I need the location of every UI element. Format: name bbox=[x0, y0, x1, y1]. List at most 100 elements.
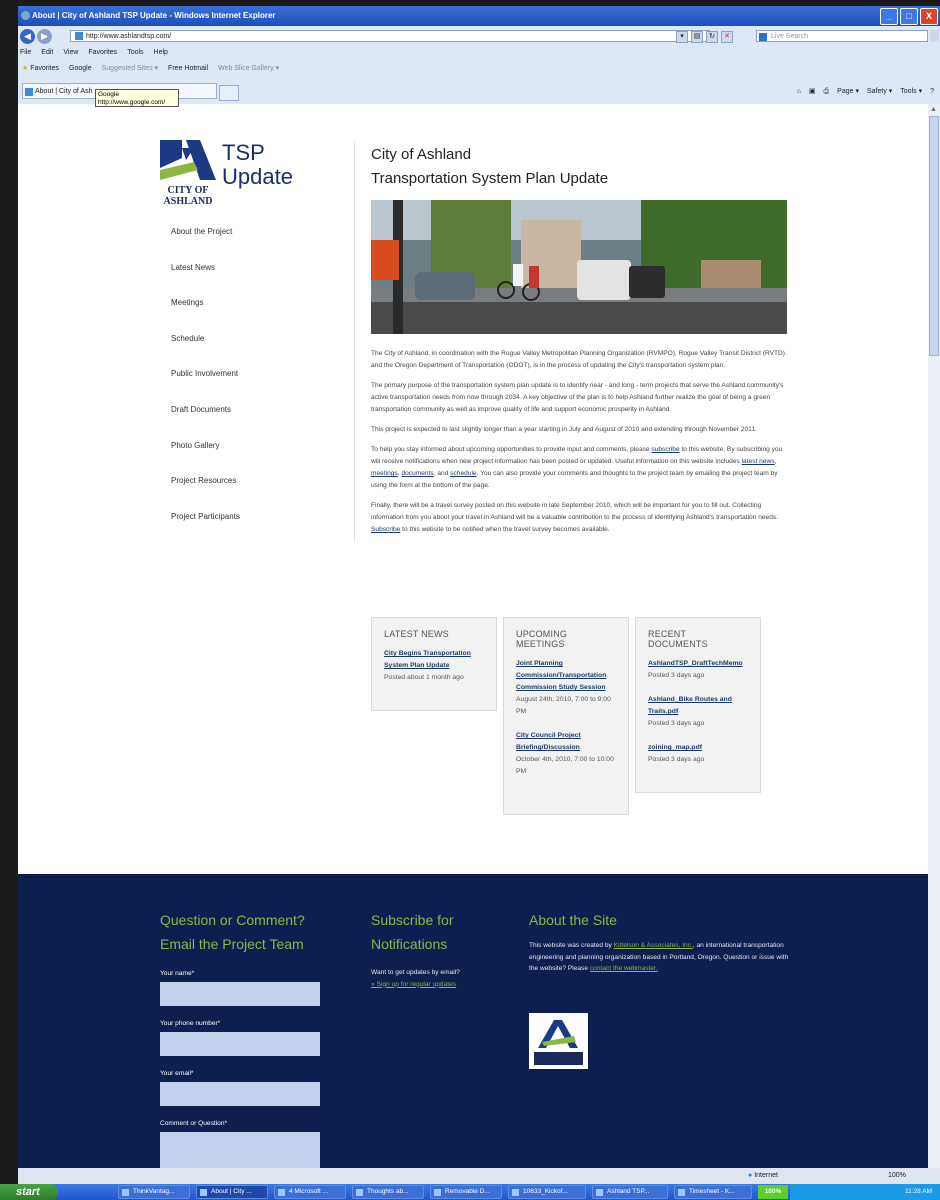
address-url: http://www.ashlandtsp.com/ bbox=[86, 33, 172, 40]
latest-news-heading: LATEST NEWS bbox=[384, 629, 449, 639]
nav-latest-news[interactable]: Latest News bbox=[171, 263, 240, 299]
feeds-icon[interactable]: ▣ bbox=[809, 86, 816, 98]
nav-schedule[interactable]: Schedule bbox=[171, 334, 240, 370]
page-scrollbar[interactable]: ▲ bbox=[928, 104, 940, 1168]
hero-photo bbox=[371, 200, 787, 334]
subscribe-link-2[interactable]: Subscribe bbox=[371, 526, 400, 533]
zoom-level[interactable]: 100% bbox=[888, 1168, 906, 1184]
news-item-meta: Posted about 1 month ago bbox=[384, 674, 464, 681]
live-search-input[interactable]: Live Search bbox=[756, 30, 928, 42]
fav-free-hotmail[interactable]: Free Hotmail bbox=[168, 61, 208, 77]
window-titlebar: About | City of Ashland TSP Update - Win… bbox=[18, 6, 940, 26]
start-button[interactable]: start bbox=[0, 1184, 58, 1200]
stop-icon[interactable]: ✕ bbox=[721, 31, 733, 43]
document-link[interactable]: AshlandTSP_DraftTechMemo bbox=[648, 658, 748, 670]
name-field[interactable] bbox=[160, 982, 320, 1006]
about-text: This website was created by Kittelson & … bbox=[529, 942, 789, 972]
meeting-link[interactable]: City Council Project Briefing/Discussion bbox=[516, 730, 616, 754]
clock: 11:28 AM bbox=[905, 1188, 932, 1195]
scroll-up-icon[interactable]: ▲ bbox=[930, 106, 937, 113]
favorites-button[interactable]: ★ Favorites bbox=[22, 61, 59, 77]
email-label: Your email* bbox=[160, 1070, 194, 1077]
ie-icon bbox=[21, 11, 30, 20]
document-link[interactable]: Ashland_Bike Routes and Trails.pdf bbox=[648, 694, 748, 718]
menu-favorites[interactable]: Favorites bbox=[88, 47, 117, 59]
taskbar-item[interactable]: 4 Microsoft ... bbox=[274, 1185, 346, 1199]
fav-google[interactable]: Google bbox=[69, 61, 92, 77]
page-menu[interactable]: Page ▾ bbox=[837, 86, 859, 98]
dropdown-arrow-icon[interactable]: ▾ bbox=[676, 31, 688, 43]
schedule-link[interactable]: schedule bbox=[450, 470, 476, 477]
help-icon[interactable]: ? bbox=[930, 86, 934, 98]
minimize-button[interactable]: _ bbox=[880, 8, 898, 25]
scrollbar-thumb[interactable] bbox=[929, 116, 939, 356]
meeting-meta: August 24th, 2010, 7:00 to 9:00 PM bbox=[516, 696, 611, 715]
name-label: Your name* bbox=[160, 970, 195, 977]
subscribe-heading: Subscribe for Notifications bbox=[371, 912, 454, 952]
menu-bar: File Edit View Favorites Tools Help bbox=[20, 47, 168, 59]
menu-tools[interactable]: Tools bbox=[127, 47, 143, 59]
compat-view-icon[interactable]: ▤ bbox=[691, 31, 703, 43]
close-button[interactable]: X bbox=[920, 8, 938, 25]
nav-about-the-project[interactable]: About the Project bbox=[171, 227, 240, 263]
nav-project-resources[interactable]: Project Resources bbox=[171, 476, 240, 512]
kittelson-link[interactable]: Kittelson & Associates, Inc. bbox=[614, 942, 693, 949]
paragraph: The City of Ashland, in coordination wit… bbox=[371, 350, 786, 369]
menu-file[interactable]: File bbox=[20, 47, 31, 59]
document-link[interactable]: zoining_map.pdf bbox=[648, 742, 748, 754]
taskbar-item[interactable]: 10633_Kickof... bbox=[508, 1185, 586, 1199]
home-icon[interactable]: ⌂ bbox=[797, 86, 801, 98]
menu-edit[interactable]: Edit bbox=[41, 47, 53, 59]
page-favicon-icon bbox=[75, 32, 83, 41]
taskbar-item[interactable]: ThinkVantag... bbox=[118, 1185, 190, 1199]
back-button[interactable]: ◀ bbox=[20, 29, 35, 44]
comment-label: Comment or Question* bbox=[160, 1120, 228, 1127]
fav-web-slice-gallery[interactable]: Web Slice Gallery ▾ bbox=[218, 61, 279, 77]
page-title: City of Ashland Transportation System Pl… bbox=[371, 146, 609, 187]
footer-ashland-logo-icon bbox=[529, 1013, 588, 1069]
taskbar-item[interactable]: Timesheet - K... bbox=[674, 1185, 752, 1199]
refresh-icon[interactable]: ↻ bbox=[706, 31, 718, 43]
bing-icon bbox=[759, 33, 767, 41]
document-meta: Posted 3 days ago bbox=[648, 756, 705, 763]
menu-view[interactable]: View bbox=[63, 47, 78, 59]
signup-link[interactable]: » Sign up for regular updates bbox=[371, 981, 456, 988]
command-bar: ⌂ ▣ ⎙ Page ▾ Safety ▾ Tools ▾ ? bbox=[797, 86, 934, 98]
address-bar[interactable]: http://www.ashlandtsp.com/ bbox=[70, 30, 710, 42]
news-item-link[interactable]: City Begins Transportation System Plan U… bbox=[384, 648, 484, 672]
link-tooltip: Google http://www.google.com/ bbox=[95, 89, 179, 107]
taskbar-item[interactable]: Ashland TSP... bbox=[592, 1185, 668, 1199]
comment-textarea[interactable] bbox=[160, 1132, 320, 1168]
taskbar-item-active[interactable]: About | City ... bbox=[196, 1185, 268, 1199]
nav-project-participants[interactable]: Project Participants bbox=[171, 512, 240, 548]
taskbar-item[interactable]: Thoughts ab... bbox=[352, 1185, 424, 1199]
latest-news-link[interactable]: latest news bbox=[742, 458, 775, 465]
subscribe-link[interactable]: subscribe bbox=[651, 446, 679, 453]
paragraph: Finally, there will be a travel survey p… bbox=[371, 501, 779, 533]
taskbar-zoom-badge[interactable]: 100% bbox=[758, 1185, 788, 1199]
nav-meetings[interactable]: Meetings bbox=[171, 298, 240, 334]
taskbar-item[interactable]: Removable D... bbox=[430, 1185, 502, 1199]
divider bbox=[354, 142, 355, 542]
phone-field[interactable] bbox=[160, 1032, 320, 1056]
forward-button[interactable]: ▶ bbox=[37, 29, 52, 44]
web-page: CITY OF ASHLAND TSP Update About the Proj… bbox=[18, 104, 928, 1168]
webmaster-link[interactable]: contact the webmaster. bbox=[590, 965, 658, 972]
tools-menu[interactable]: Tools ▾ bbox=[900, 86, 922, 98]
print-icon[interactable]: ⎙ bbox=[824, 86, 830, 98]
nav-photo-gallery[interactable]: Photo Gallery bbox=[171, 441, 240, 477]
menu-help[interactable]: Help bbox=[154, 47, 168, 59]
maximize-button[interactable]: □ bbox=[900, 8, 918, 25]
documents-link[interactable]: documents bbox=[401, 470, 433, 477]
nav-public-involvement[interactable]: Public Involvement bbox=[171, 369, 240, 405]
about-heading: About the Site bbox=[529, 912, 617, 928]
sidebar-nav: About the Project Latest News Meetings S… bbox=[171, 227, 240, 547]
search-go-button[interactable] bbox=[930, 30, 939, 42]
meetings-link[interactable]: meetings bbox=[371, 470, 398, 477]
email-field[interactable] bbox=[160, 1082, 320, 1106]
meeting-link[interactable]: Joint Planning Commission/Transportation… bbox=[516, 658, 616, 694]
nav-draft-documents[interactable]: Draft Documents bbox=[171, 405, 240, 441]
new-tab-button[interactable] bbox=[219, 85, 239, 101]
fav-suggested-sites[interactable]: Suggested Sites ▾ bbox=[102, 61, 158, 77]
safety-menu[interactable]: Safety ▾ bbox=[867, 86, 892, 98]
